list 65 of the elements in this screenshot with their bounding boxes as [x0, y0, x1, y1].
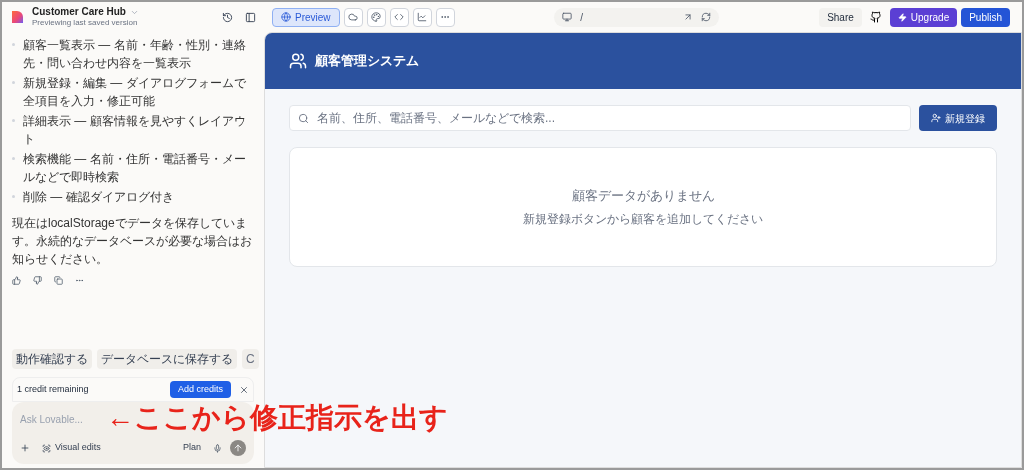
add-credits-button[interactable]: Add credits	[169, 381, 231, 398]
cloud-icon	[348, 12, 359, 22]
feature-text: 検索機能 — 名前・住所・電話番号・メールなどで即時検索	[23, 151, 247, 186]
feature-text: 削除 — 確認ダイアログ付き	[23, 189, 174, 206]
arrow-up-icon	[233, 443, 243, 453]
bullet-icon	[12, 119, 15, 122]
credits-text: 1 credit remaining	[17, 382, 90, 396]
new-registration-button[interactable]: 新規登録	[919, 105, 997, 131]
microphone-icon[interactable]	[213, 443, 222, 453]
refresh-icon[interactable]	[701, 12, 712, 22]
thumbs-up-icon[interactable]	[12, 276, 21, 285]
publish-button[interactable]: Publish	[961, 7, 1010, 27]
search-field[interactable]: 名前、住所、電話番号、メールなどで検索...	[317, 109, 902, 127]
suggestion-chip[interactable]: データベースに保存する	[97, 349, 237, 369]
preview-tab[interactable]: Preview	[272, 7, 340, 27]
close-icon[interactable]	[239, 384, 249, 395]
empty-title: 顧客データがありません	[571, 187, 715, 206]
share-button[interactable]: Share	[819, 7, 862, 27]
empty-hint: 新規登録ボタンから顧客を追加してください	[523, 210, 763, 228]
cloud-button[interactable]	[343, 7, 363, 27]
scan-icon	[42, 443, 51, 453]
project-subtitle: Previewing last saved version	[32, 18, 139, 29]
plus-icon[interactable]	[20, 443, 30, 453]
bullet-icon	[12, 157, 15, 160]
bullet-icon	[12, 81, 15, 84]
palette-button[interactable]	[366, 7, 386, 27]
bullet-icon	[12, 43, 15, 46]
more-button[interactable]	[435, 7, 455, 27]
search-icon	[298, 112, 309, 124]
chart-icon	[417, 12, 428, 22]
visual-edits-button[interactable]: Visual edits	[38, 441, 105, 455]
sidebar-toggle-icon[interactable]	[245, 11, 256, 23]
send-button[interactable]	[230, 440, 246, 456]
more-icon[interactable]	[75, 276, 84, 285]
feature-text: 新規登録・編集 — ダイアログフォームで全項目を入力・修正可能	[23, 75, 247, 110]
code-button[interactable]	[389, 7, 409, 27]
history-icon[interactable]	[222, 11, 233, 23]
upgrade-button[interactable]: Upgrade	[889, 7, 958, 27]
app-title: 顧客管理システム	[315, 52, 419, 71]
open-external-icon[interactable]	[683, 12, 694, 22]
feature-text: 詳細表示 — 顧客情報を見やすくレイアウト	[23, 113, 247, 148]
monitor-icon[interactable]	[562, 12, 573, 22]
annotation-text: ←ここから修正指示を出す	[106, 404, 448, 432]
users-icon	[289, 52, 307, 70]
address-path: /	[580, 10, 585, 25]
logo-icon	[10, 10, 24, 24]
user-plus-icon	[931, 113, 941, 123]
bullet-icon	[12, 195, 15, 198]
thumbs-down-icon[interactable]	[33, 276, 42, 285]
address-bar[interactable]: /	[554, 7, 720, 27]
globe-icon	[281, 12, 291, 22]
assistant-message: 現在はlocalStorageでデータを保存しています。永続的なデータベースが必要な場合はお知らせください。	[12, 215, 253, 268]
search-bar[interactable]: 名前、住所、電話番号、メールなどで検索...	[289, 105, 911, 131]
project-name[interactable]: Customer Care Hub	[32, 5, 126, 19]
suggestion-chip[interactable]: 動作確認する	[12, 349, 92, 369]
plan-button[interactable]: Plan	[179, 441, 205, 455]
suggestion-chip[interactable]: C	[242, 349, 259, 369]
feature-text: 顧客一覧表示 — 名前・年齢・性別・連絡先・問い合わせ内容を一覧表示	[23, 37, 247, 72]
code-icon	[394, 12, 405, 22]
lightning-icon	[897, 12, 907, 22]
chart-button[interactable]	[412, 7, 432, 27]
github-icon[interactable]	[869, 11, 882, 23]
copy-icon[interactable]	[54, 276, 63, 285]
chat-input[interactable]: Ask Lovable...	[20, 410, 100, 428]
palette-icon	[371, 12, 382, 22]
